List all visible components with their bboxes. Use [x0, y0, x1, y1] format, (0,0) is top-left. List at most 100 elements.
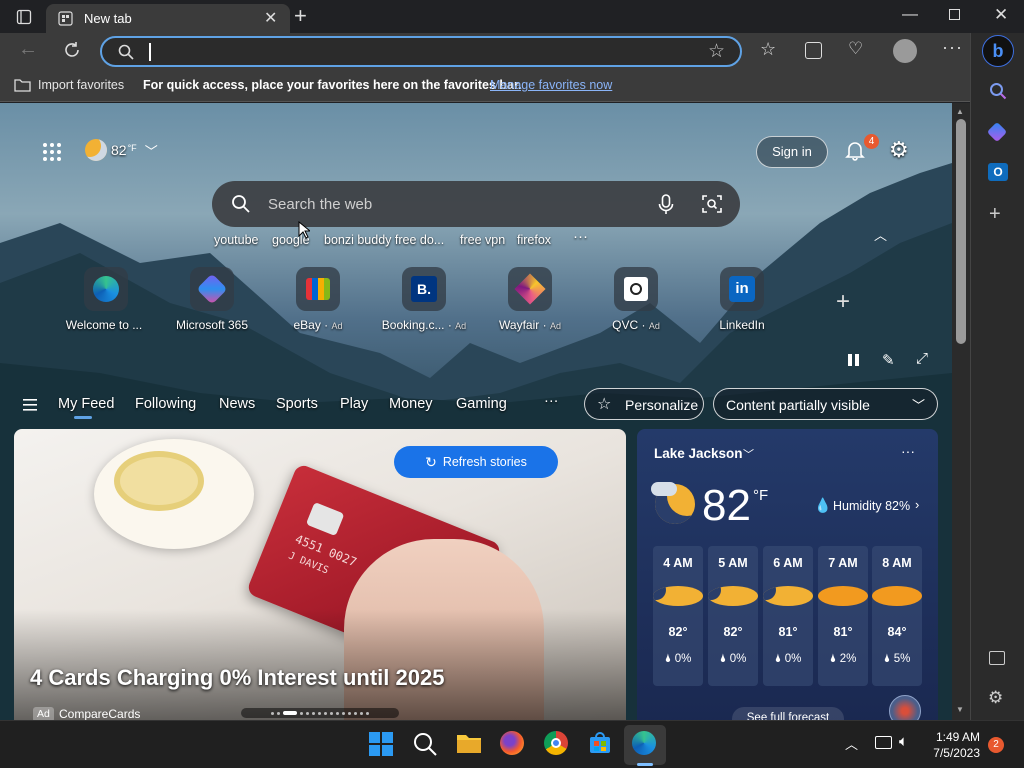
import-favorites-icon[interactable]: [14, 77, 31, 95]
quick-link-wayfair[interactable]: [508, 267, 552, 311]
minimize-button[interactable]: —: [902, 6, 918, 24]
close-tab-icon[interactable]: ✕: [264, 8, 277, 28]
page-scrollbar[interactable]: ▲ ▼: [952, 103, 970, 720]
suggestion-item[interactable]: free vpn: [460, 233, 505, 247]
close-window-button[interactable]: ✕: [994, 5, 1008, 25]
back-button[interactable]: ←: [18, 38, 38, 61]
sign-in-button[interactable]: Sign in: [756, 136, 828, 168]
suggestion-item[interactable]: youtube: [214, 233, 258, 247]
add-sidebar-app-icon[interactable]: +: [989, 203, 1001, 226]
chevron-down-icon[interactable]: ﹀: [743, 446, 754, 462]
quick-link-label: Microsoft 365: [175, 318, 249, 332]
tab-sports[interactable]: Sports: [276, 396, 318, 412]
notifications-bell-icon[interactable]: [844, 139, 866, 166]
scroll-down-arrow-icon[interactable]: ▼: [956, 705, 964, 714]
file-explorer-icon[interactable]: [456, 731, 484, 759]
clock-date[interactable]: 7/5/2023: [928, 746, 980, 760]
tab-play[interactable]: Play: [340, 396, 368, 412]
more-tabs-icon[interactable]: ···: [544, 393, 559, 409]
tab-gaming[interactable]: Gaming: [456, 396, 507, 412]
start-windows-icon[interactable]: [368, 731, 396, 759]
collapse-chevron-up-icon[interactable]: ︿: [874, 225, 887, 244]
quick-link-booking[interactable]: B.: [402, 267, 446, 311]
manage-favorites-link[interactable]: Manage favorites now: [490, 78, 612, 92]
network-icon[interactable]: [875, 736, 892, 749]
pause-background-icon[interactable]: [848, 354, 859, 366]
weather-map-icon[interactable]: [889, 695, 921, 720]
weather-more-icon[interactable]: ···: [901, 443, 915, 459]
edge-taskbar-icon[interactable]: [632, 731, 660, 759]
restore-button[interactable]: [949, 9, 960, 20]
hourly-forecast-item[interactable]: 5 AM 82° 🌢 0%: [708, 546, 758, 686]
address-bar[interactable]: ☆: [100, 36, 742, 67]
weather-location[interactable]: Lake Jackson: [654, 446, 743, 461]
collections-icon[interactable]: [805, 42, 822, 59]
visual-search-icon[interactable]: [702, 194, 722, 219]
scroll-up-arrow-icon[interactable]: ▲: [956, 107, 964, 116]
bing-chat-icon[interactable]: b: [982, 35, 1014, 67]
apps-grid-icon[interactable]: [42, 142, 62, 167]
new-tab-button[interactable]: +: [294, 3, 307, 29]
page-settings-gear-icon[interactable]: ⚙: [889, 137, 909, 163]
full-forecast-button[interactable]: See full forecast: [732, 707, 844, 720]
hide-sidebar-icon[interactable]: [989, 651, 1005, 665]
chevron-right-icon[interactable]: ›: [915, 497, 919, 512]
tab-my-feed[interactable]: My Feed: [58, 396, 114, 412]
volume-icon[interactable]: 🔈︎: [899, 733, 908, 750]
outlook-icon[interactable]: O: [988, 163, 1008, 181]
import-favorites-link[interactable]: Import favorites: [38, 78, 124, 92]
add-quick-link-button[interactable]: +: [836, 288, 850, 316]
refresh-stories-button[interactable]: ↻ Refresh stories: [394, 446, 558, 478]
search-sidebar-icon[interactable]: [989, 82, 1007, 105]
sidebar-settings-icon[interactable]: ⚙: [988, 688, 1003, 708]
tab-following[interactable]: Following: [135, 396, 196, 412]
story-headline[interactable]: 4 Cards Charging 0% Interest until 2025: [30, 665, 444, 691]
tab-money[interactable]: Money: [389, 396, 433, 412]
hourly-forecast-item[interactable]: 7 AM 81° 🌢 2%: [818, 546, 868, 686]
tab-new-tab[interactable]: New tab ✕: [46, 4, 290, 33]
scrollbar-thumb[interactable]: [956, 119, 966, 344]
show-hidden-icons-chevron[interactable]: ︿: [845, 734, 858, 753]
suggestion-item[interactable]: bonzi buddy free do...: [324, 233, 444, 247]
suggestion-item[interactable]: firefox: [517, 233, 551, 247]
browser-essentials-icon[interactable]: ♡: [848, 39, 863, 59]
tab-news[interactable]: News: [219, 396, 255, 412]
ad-source[interactable]: CompareCards: [59, 707, 140, 720]
quick-link-label: Welcome to ...: [65, 318, 143, 332]
settings-more-button[interactable]: ···: [942, 37, 963, 58]
web-search-box[interactable]: Search the web: [212, 181, 740, 227]
hourly-forecast-item[interactable]: 8 AM 84° 🌢 5%: [872, 546, 922, 686]
quick-link-linkedin[interactable]: in: [720, 267, 764, 311]
quick-link-microsoft-365[interactable]: [190, 267, 234, 311]
humidity-value[interactable]: Humidity 82%: [833, 499, 910, 513]
microphone-icon[interactable]: [658, 194, 674, 221]
carousel-dots[interactable]: [241, 708, 399, 718]
favorite-star-icon[interactable]: ☆: [708, 40, 725, 63]
hourly-forecast-item[interactable]: 4 AM 82° 🌢 0%: [653, 546, 703, 686]
more-suggestions-icon[interactable]: ···: [573, 228, 588, 245]
favorites-icon[interactable]: ☆: [760, 39, 776, 60]
weather-card[interactable]: Lake Jackson ﹀ ··· 82 °F 💧 Humidity 82% …: [637, 429, 938, 720]
copilot-icon[interactable]: [986, 121, 1008, 143]
edit-background-icon[interactable]: ✎: [882, 351, 895, 369]
personalize-button[interactable]: ☆ Personalize: [584, 388, 704, 420]
microsoft-store-icon[interactable]: [588, 731, 616, 759]
notification-center-badge[interactable]: 2: [988, 737, 1004, 753]
profile-avatar[interactable]: [893, 39, 917, 63]
hero-story-card[interactable]: 4551 0027 J DAVIS 5674 ↻ Refresh stories…: [14, 429, 626, 720]
hourly-forecast-item[interactable]: 6 AM 81° 🌢 0%: [763, 546, 813, 686]
quick-link-edge[interactable]: [84, 267, 128, 311]
chrome-icon[interactable]: [544, 731, 572, 759]
quick-link-ebay[interactable]: [296, 267, 340, 311]
weather-mini-widget[interactable]: 82 °F ﹀: [85, 138, 158, 162]
clock-time[interactable]: 1:49 AM: [934, 730, 980, 744]
expand-background-icon[interactable]: ⤢: [916, 350, 928, 367]
firefox-icon[interactable]: [500, 731, 528, 759]
taskbar-search-icon[interactable]: [412, 731, 440, 759]
refresh-button[interactable]: [62, 40, 82, 65]
ebay-bag-icon: [306, 278, 330, 300]
quick-link-qvc[interactable]: [614, 267, 658, 311]
feed-menu-icon[interactable]: [23, 398, 37, 416]
content-visibility-dropdown[interactable]: Content partially visible ﹀: [713, 388, 938, 420]
tab-actions-icon[interactable]: [14, 7, 34, 27]
